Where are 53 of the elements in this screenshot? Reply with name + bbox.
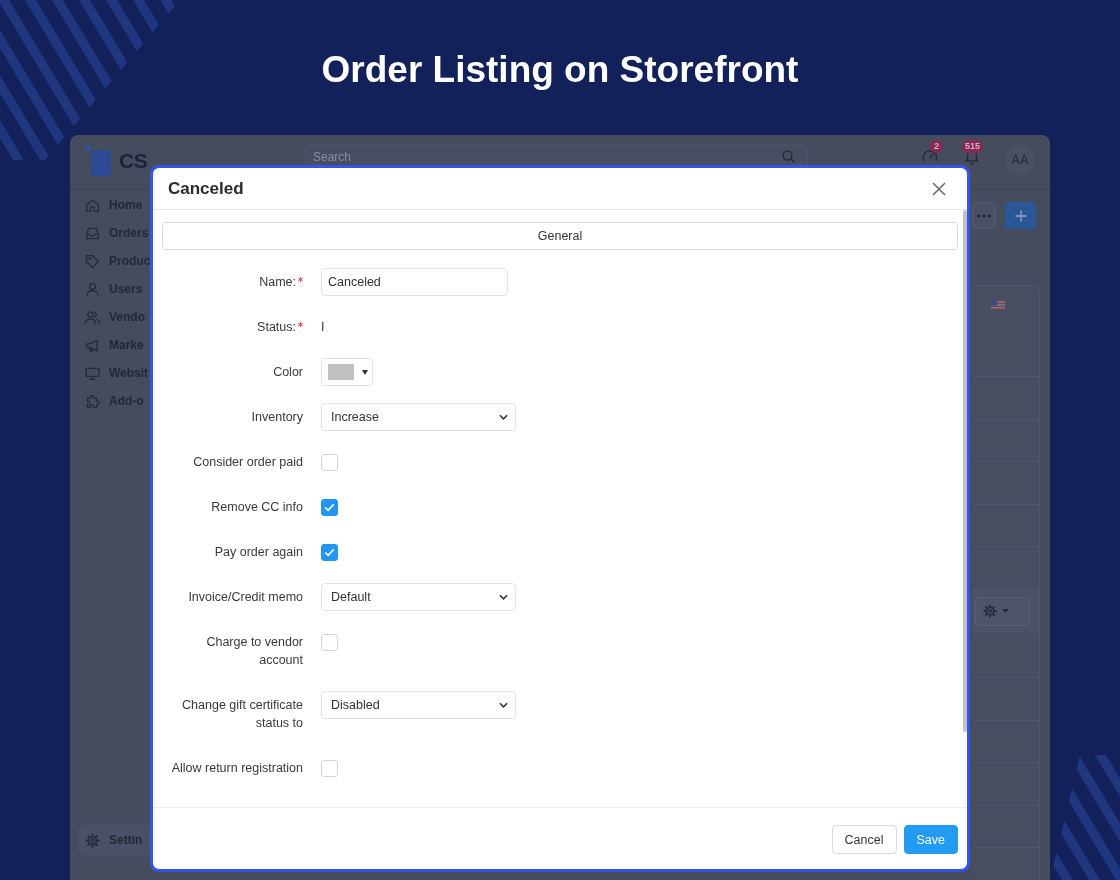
dialog-title: Canceled — [168, 178, 244, 199]
puzzle-icon — [84, 392, 101, 410]
add-button[interactable] — [1005, 202, 1036, 229]
plus-icon — [1014, 209, 1027, 222]
page-title: Order Listing on Storefront — [321, 48, 799, 92]
field-label: Pay order again — [214, 545, 303, 559]
field-label: Consider order paid — [193, 455, 303, 469]
checkmark-icon — [324, 502, 335, 512]
field-label: Status: — [257, 320, 296, 334]
notification-badge: 515 — [962, 140, 984, 153]
checkbox[interactable] — [321, 498, 338, 516]
chevron-down-icon — [499, 702, 508, 708]
field-label: Change gift certificate status to — [182, 698, 303, 730]
field-label: Charge to vendor account — [206, 635, 303, 667]
checkmark-icon — [324, 547, 335, 557]
user-icon — [84, 280, 101, 298]
chevron-down-icon — [499, 414, 508, 420]
field-value: I — [321, 320, 325, 334]
checkbox[interactable] — [321, 633, 338, 651]
gear-icon — [982, 603, 998, 620]
cancel-button[interactable]: Cancel — [831, 825, 897, 854]
select-field[interactable]: Increase — [321, 403, 516, 431]
notification-badge: 2 — [930, 140, 943, 153]
scrollbar-thumb[interactable] — [963, 210, 967, 732]
field-label: Allow return registration — [171, 761, 303, 775]
home-icon — [84, 196, 101, 214]
caret-icon — [1002, 609, 1009, 614]
tab[interactable]: General — [162, 222, 958, 250]
users-icon — [84, 308, 101, 326]
more-icon — [977, 213, 991, 218]
settings-dropdown-button[interactable] — [975, 596, 1030, 626]
field-label: Remove CC info — [211, 500, 303, 514]
save-button[interactable]: Save — [903, 825, 958, 854]
checkbox[interactable] — [321, 759, 338, 777]
checkbox[interactable] — [321, 453, 338, 471]
field-label: Invoice/Credit memo — [188, 590, 303, 604]
select-field[interactable]: Disabled — [321, 691, 516, 719]
logo-icon — [85, 145, 111, 176]
field-label: Color — [273, 365, 303, 379]
text-input[interactable]: Canceled — [321, 268, 508, 296]
close-icon[interactable] — [932, 181, 946, 196]
more-button[interactable] — [972, 202, 996, 229]
color-picker-button[interactable] — [321, 358, 373, 386]
select-field[interactable]: Default — [321, 583, 516, 611]
chevron-down-icon — [499, 594, 508, 600]
caret-icon — [362, 369, 368, 375]
search-icon — [782, 150, 795, 163]
gear-icon — [84, 831, 101, 849]
field-label: Name: — [259, 275, 296, 289]
field-label: Inventory — [251, 410, 303, 424]
checkbox[interactable] — [321, 543, 338, 561]
tag-icon — [84, 252, 101, 270]
flag-icon — [991, 300, 1005, 310]
